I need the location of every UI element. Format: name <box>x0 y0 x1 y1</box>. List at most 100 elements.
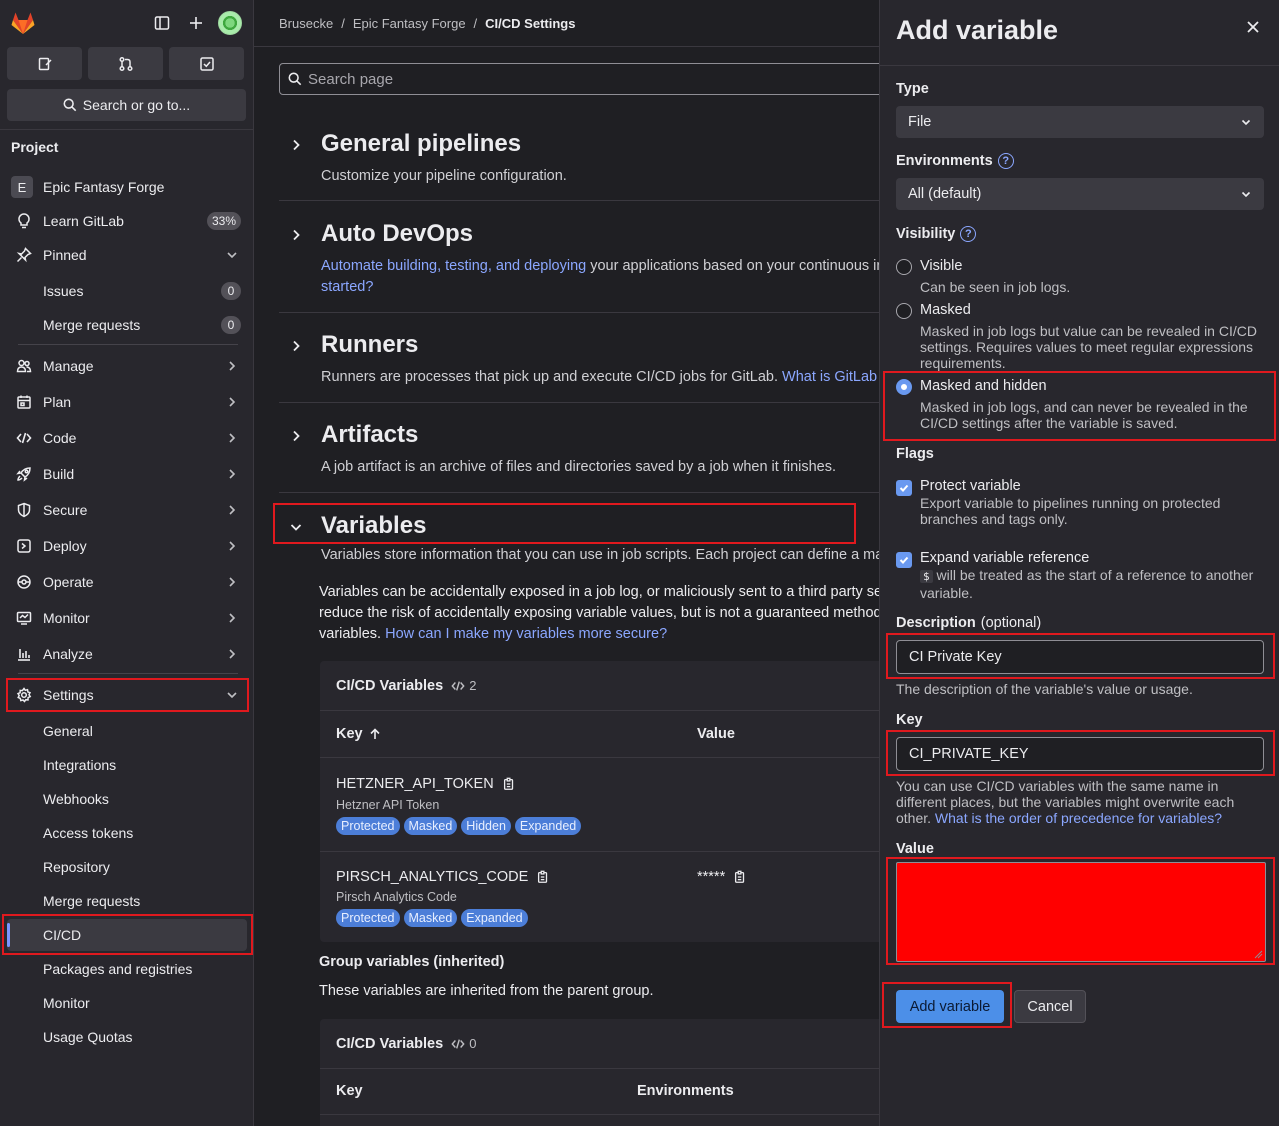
sidebar-item-secure[interactable]: Secure <box>7 494 247 526</box>
cicd-variables-card: CI/CD Variables 2 Key Value HETZNER_API_… <box>320 661 879 942</box>
sidebar-toggle-icon[interactable] <box>151 12 173 34</box>
merge-requests-count-badge: 0 <box>221 316 241 334</box>
column-header-key-label: Key <box>336 726 363 742</box>
sidebar-item-settings-webhooks[interactable]: Webhooks <box>7 783 247 815</box>
visibility-masked-help: Masked in job logs but value can be reve… <box>920 323 1257 371</box>
environments-label-text: Environments <box>896 153 993 169</box>
runners-link[interactable]: What is GitLab Runner? <box>782 369 879 385</box>
sidebar-item-plan[interactable]: Plan <box>7 386 247 418</box>
sidebar-item-settings-general[interactable]: General <box>7 715 247 747</box>
chevron-down-icon <box>1241 191 1251 198</box>
code-icon <box>451 680 465 691</box>
visibility-hidden-help: Masked in job logs, and can never be rev… <box>920 399 1248 431</box>
card-header: CI/CD Variables 0 <box>320 1019 879 1069</box>
get-started-link[interactable]: started? <box>321 279 373 295</box>
sidebar-item-code[interactable]: Code <box>7 422 247 454</box>
tag-masked: Masked <box>403 909 458 927</box>
section-title[interactable]: Auto DevOps <box>321 220 473 248</box>
sidebar-item-issues[interactable]: Issues 0 <box>7 275 247 307</box>
section-title[interactable]: Artifacts <box>321 421 418 449</box>
visibility-visible-radio[interactable] <box>896 259 912 275</box>
search-page-input[interactable]: Search page <box>279 63 879 95</box>
merge-requests-shortcut-button[interactable] <box>88 47 163 80</box>
chevron-right-icon[interactable] <box>289 228 303 242</box>
environments-select[interactable]: All (default) <box>896 178 1264 210</box>
sidebar-item-operate[interactable]: Operate <box>7 566 247 598</box>
precedence-link[interactable]: What is the order of precedence for vari… <box>935 810 1222 826</box>
section-title[interactable]: Runners <box>321 331 418 359</box>
sidebar-item-label: Build <box>43 466 75 482</box>
tag-protected: Protected <box>336 909 400 927</box>
sidebar-item-settings-cicd[interactable]: CI/CD <box>7 919 247 951</box>
description-input[interactable]: CI Private Key <box>896 640 1264 674</box>
sidebar-item-settings-access-tokens[interactable]: Access tokens <box>7 817 247 849</box>
question-icon[interactable]: ? <box>960 226 977 242</box>
sidebar-item-deploy[interactable]: Deploy <box>7 530 247 562</box>
sidebar-item-analyze[interactable]: Analyze <box>7 638 247 670</box>
sidebar-item-settings-integrations[interactable]: Integrations <box>7 749 247 781</box>
sidebar-item-settings-merge-requests[interactable]: Merge requests <box>7 885 247 917</box>
visibility-masked-label[interactable]: Masked <box>920 302 971 318</box>
variables-security-link[interactable]: How can I make my variables more secure? <box>385 626 667 642</box>
create-new-icon[interactable] <box>185 12 207 34</box>
cancel-button[interactable]: Cancel <box>1014 990 1086 1023</box>
resize-handle-icon[interactable] <box>1253 949 1263 959</box>
visibility-masked-radio[interactable] <box>896 303 912 319</box>
breadcrumb-item[interactable]: Brusecke <box>279 16 333 31</box>
sidebar-item-pinned[interactable]: Pinned <box>7 239 247 271</box>
close-icon[interactable] <box>1244 18 1262 36</box>
gitlab-logo-icon[interactable] <box>9 9 37 37</box>
sidebar-item-merge-requests[interactable]: Merge requests 0 <box>7 309 247 341</box>
copy-icon[interactable] <box>502 777 516 791</box>
section-title[interactable]: General pipelines <box>321 130 521 158</box>
sidebar-item-settings-repository[interactable]: Repository <box>7 851 247 883</box>
value-label: Value <box>896 841 934 857</box>
sidebar-item-settings[interactable]: Settings <box>7 679 247 711</box>
protect-variable-checkbox[interactable] <box>896 480 912 496</box>
section-divider <box>279 402 879 403</box>
sidebar-item-manage[interactable]: Manage <box>7 350 247 382</box>
variable-tags: Protected Masked Expanded <box>336 909 528 927</box>
expand-variable-label[interactable]: Expand variable reference <box>920 550 1089 566</box>
visibility-hidden-label[interactable]: Masked and hidden <box>920 378 1047 394</box>
question-icon[interactable]: ? <box>997 153 1014 169</box>
visibility-visible-label[interactable]: Visible <box>920 258 962 274</box>
sidebar-item-learn-gitlab[interactable]: Learn GitLab 33% <box>7 205 247 237</box>
type-select[interactable]: File <box>896 106 1264 138</box>
column-header-key[interactable]: Key <box>336 726 381 742</box>
user-avatar[interactable] <box>218 11 242 35</box>
search-or-go-to-button[interactable]: Search or go to... <box>7 89 246 121</box>
chevron-right-icon <box>229 613 236 623</box>
breadcrumb-item[interactable]: Epic Fantasy Forge <box>353 16 466 31</box>
protect-variable-label[interactable]: Protect variable <box>920 478 1021 494</box>
lightbulb-icon <box>14 211 34 231</box>
issues-shortcut-button[interactable] <box>7 47 82 80</box>
sidebar-item-settings-monitor[interactable]: Monitor <box>7 987 247 1019</box>
key-input[interactable]: CI_PRIVATE_KEY <box>896 737 1264 771</box>
breadcrumb-current[interactable]: CI/CD Settings <box>485 16 575 31</box>
todos-shortcut-button[interactable] <box>169 47 244 80</box>
section-title[interactable]: Variables <box>321 512 426 540</box>
section-divider <box>279 312 879 313</box>
auto-devops-link[interactable]: Automate building, testing, and deployin… <box>321 258 586 274</box>
sidebar-item-project[interactable]: E Epic Fantasy Forge <box>7 171 247 203</box>
sidebar-item-monitor[interactable]: Monitor <box>7 602 247 634</box>
section-description: Variables store information that you can… <box>321 547 879 563</box>
variable-key-text: HETZNER_API_TOKEN <box>336 776 494 792</box>
value-textarea[interactable] <box>896 862 1266 962</box>
sidebar-item-build[interactable]: Build <box>7 458 247 490</box>
drawer-header: Add variable <box>880 0 1279 66</box>
chevron-down-icon[interactable] <box>289 520 303 534</box>
visibility-hidden-radio[interactable] <box>896 379 912 395</box>
copy-icon[interactable] <box>733 870 747 884</box>
chevron-right-icon[interactable] <box>289 429 303 443</box>
chevron-right-icon[interactable] <box>289 138 303 152</box>
expand-variable-checkbox[interactable] <box>896 552 912 568</box>
sidebar-item-settings-packages[interactable]: Packages and registries <box>7 953 247 985</box>
add-variable-button[interactable]: Add variable <box>896 990 1004 1023</box>
section-description: Customize your pipeline configuration. <box>321 168 567 184</box>
sidebar-item-settings-usage-quotas[interactable]: Usage Quotas <box>7 1021 247 1053</box>
sidebar-item-label: General <box>43 723 93 739</box>
chevron-right-icon[interactable] <box>289 339 303 353</box>
copy-icon[interactable] <box>536 870 550 884</box>
